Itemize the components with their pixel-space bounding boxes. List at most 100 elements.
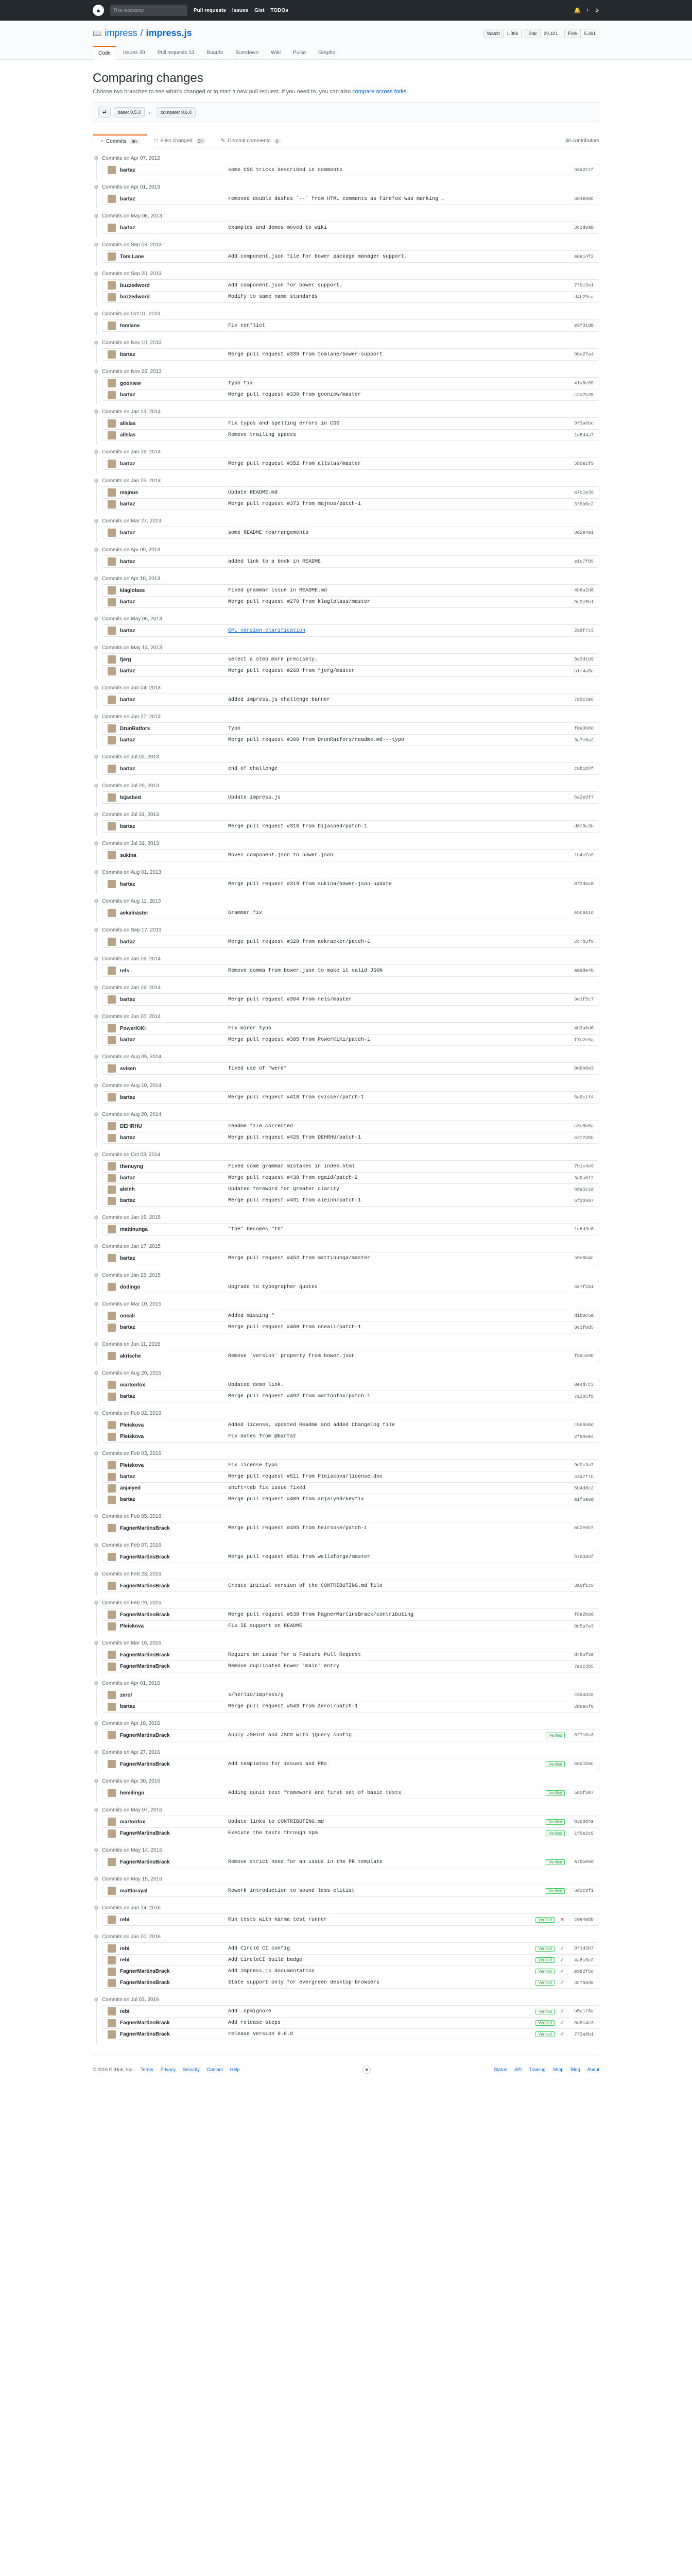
commit-message[interactable]: added impress.js challenge banner (228, 697, 569, 703)
github-logo-icon[interactable]: ● (93, 5, 104, 16)
commit-sha[interactable]: 5b0e2f9 (569, 461, 594, 466)
commit-sha[interactable]: 9f1d3b7 (569, 1946, 594, 1951)
star-count[interactable]: 29,421 (540, 29, 561, 38)
commit-message[interactable]: Merge pull request #492 from martonfox/p… (228, 1394, 569, 1399)
commit-author[interactable]: bartaz (120, 530, 228, 536)
verified-badge[interactable]: Verified (546, 1761, 565, 1767)
avatar[interactable] (108, 1944, 116, 1953)
commit-sha[interactable]: 8c3f0d5 (569, 1325, 594, 1330)
commit-author[interactable]: mattinunga (120, 1227, 228, 1232)
avatar[interactable] (108, 1162, 116, 1171)
commit-message[interactable]: removed double dashes `--` from HTML com… (228, 196, 569, 202)
commit-author[interactable]: zerol (120, 1692, 228, 1698)
commit-message[interactable]: Fix dates from @bartaz (228, 1434, 569, 1439)
commit-author[interactable]: thenuyng (120, 1164, 228, 1170)
avatar[interactable] (108, 1461, 116, 1469)
avatar[interactable] (108, 1472, 116, 1481)
commit-message[interactable]: Added license, updated Readme and added … (228, 1422, 569, 1428)
avatar[interactable] (108, 1978, 116, 1987)
commit-sha[interactable]: c9a4d2e (569, 1692, 594, 1698)
commit-author[interactable]: oneali (120, 1313, 228, 1319)
nav-gist[interactable]: Gist (254, 8, 264, 13)
avatar[interactable] (108, 281, 116, 290)
verified-badge[interactable]: Verified (546, 1790, 565, 1796)
avatar[interactable] (108, 500, 116, 509)
commit-author[interactable]: FagnerMartinsBrack (120, 1612, 228, 1618)
commit-message[interactable]: Merge pull request #270 from klaglolass/… (228, 599, 569, 605)
commit-author[interactable]: hemilingo (120, 1790, 228, 1796)
repo-name-link[interactable]: impress.js (146, 28, 192, 39)
commit-author[interactable]: bartaz (120, 697, 228, 703)
tab-issues[interactable]: Issues 39 (117, 46, 151, 59)
commit-message[interactable]: Merge pull request #543 from zerol/patch… (228, 1704, 569, 1709)
commit-message[interactable]: Modify to same name standards (228, 294, 569, 300)
commit-sha[interactable]: f7c2e9a (569, 1038, 594, 1043)
check-icon[interactable]: ✓ (559, 1980, 566, 1986)
commit-sha[interactable]: e6d1b9c (569, 1761, 594, 1767)
commit-message[interactable]: Merge pull request #438 from ogaid/patch… (228, 1175, 569, 1181)
star-button[interactable]: Star 29,421 (525, 28, 562, 38)
commit-author[interactable]: Pleiskova (120, 1623, 228, 1629)
commit-sha[interactable]: 6a9c1f4 (569, 1095, 594, 1100)
commit-author[interactable]: bartaz (120, 1175, 228, 1181)
commit-sha[interactable]: 7a2b5f8 (569, 1394, 594, 1399)
commit-author[interactable]: tomlane (120, 323, 228, 329)
commit-message[interactable]: Moves component.json to bower.json (228, 853, 569, 858)
avatar[interactable] (108, 1691, 116, 1699)
commit-message[interactable]: Execute the tests through npm (228, 1831, 546, 1836)
commit-sha[interactable]: 3a9f1c8 (569, 1583, 594, 1588)
commit-author[interactable]: allslas (120, 421, 228, 427)
commit-message[interactable]: Fix minor typo (228, 1026, 569, 1031)
commit-sha[interactable]: 5a2e9f7 (569, 795, 594, 800)
commit-sha[interactable]: a1f6e0d (569, 1497, 594, 1502)
footer-link[interactable]: Security (183, 2067, 200, 2072)
avatar[interactable] (108, 1495, 116, 1504)
commit-author[interactable]: bartaz (120, 392, 228, 398)
commit-sha[interactable]: 7d9c2e6 (569, 697, 594, 702)
commit-author[interactable]: buzzedword (120, 294, 228, 300)
commit-author[interactable]: FagnerMartinsBrack (120, 2031, 228, 2037)
commit-author[interactable]: bartaz (120, 196, 228, 202)
footer-link[interactable]: Status (494, 2067, 507, 2072)
commit-sha[interactable]: 7b1c4e9 (569, 1164, 594, 1169)
avatar[interactable] (108, 488, 116, 497)
commit-author[interactable]: bartaz (120, 997, 228, 1003)
commit-sha[interactable]: 0d6b8e3 (569, 1066, 594, 1071)
commit-message[interactable]: Merge pull request #385 from PowerKiKi/p… (228, 1037, 569, 1043)
commit-message[interactable]: Add component.json for bower support. (228, 283, 569, 289)
avatar[interactable] (108, 431, 116, 439)
commit-author[interactable]: bartaz (120, 737, 228, 743)
commit-author[interactable]: FagnerMartinsBrack (120, 1733, 228, 1738)
tab-boards[interactable]: Boards (201, 46, 229, 59)
commit-sha[interactable]: d4b29ea (569, 295, 594, 300)
commit-message[interactable]: Fixed some grammar mistakes in index.htm… (228, 1164, 569, 1170)
commit-message[interactable]: Merge pull request #300 from DrunRatfors… (228, 737, 569, 743)
avatar[interactable] (108, 2030, 116, 2039)
watch-button[interactable]: Watch 1,386 (483, 28, 522, 38)
commit-author[interactable]: allslas (120, 432, 228, 438)
commit-sha[interactable]: d4b6f9a (569, 1652, 594, 1657)
commit-message[interactable]: Merge pull request #373 from majnus/patc… (228, 501, 569, 507)
commit-author[interactable]: bartaz (120, 1198, 228, 1204)
avatar[interactable] (108, 851, 116, 859)
commit-message[interactable]: Rework introduction to sound less elitis… (228, 1888, 546, 1894)
verified-badge[interactable]: Verified (535, 1980, 555, 1986)
commit-sha[interactable]: 7f0c3e1 (569, 283, 594, 288)
avatar[interactable] (108, 1662, 116, 1671)
avatar[interactable] (108, 1174, 116, 1182)
avatar[interactable] (108, 1381, 116, 1389)
avatar[interactable] (108, 822, 116, 831)
commit-sha[interactable]: 5f2b9a7 (569, 1198, 594, 1204)
check-icon[interactable]: ✓ (559, 2020, 566, 2026)
commit-sha[interactable]: b1f4a0e (569, 669, 594, 674)
avatar[interactable] (108, 1789, 116, 1797)
commit-message[interactable]: Add .npmignore (228, 2009, 535, 2014)
commit-sha[interactable]: 8d2e4a1 (569, 530, 594, 535)
commit-message[interactable]: end of challenge (228, 766, 569, 772)
commit-sha[interactable]: 4a6c8e2 (569, 1958, 594, 1963)
commit-message[interactable]: Add component.json file for bower packag… (228, 254, 569, 260)
commit-message[interactable]: Merge pull request #431 from aleinh/patc… (228, 1198, 569, 1204)
watch-count[interactable]: 1,386 (503, 29, 522, 38)
commit-message[interactable]: readme file corrected (228, 1124, 569, 1129)
commit-message[interactable]: Merge pull request #425 from DEHRHU/patc… (228, 1135, 569, 1141)
